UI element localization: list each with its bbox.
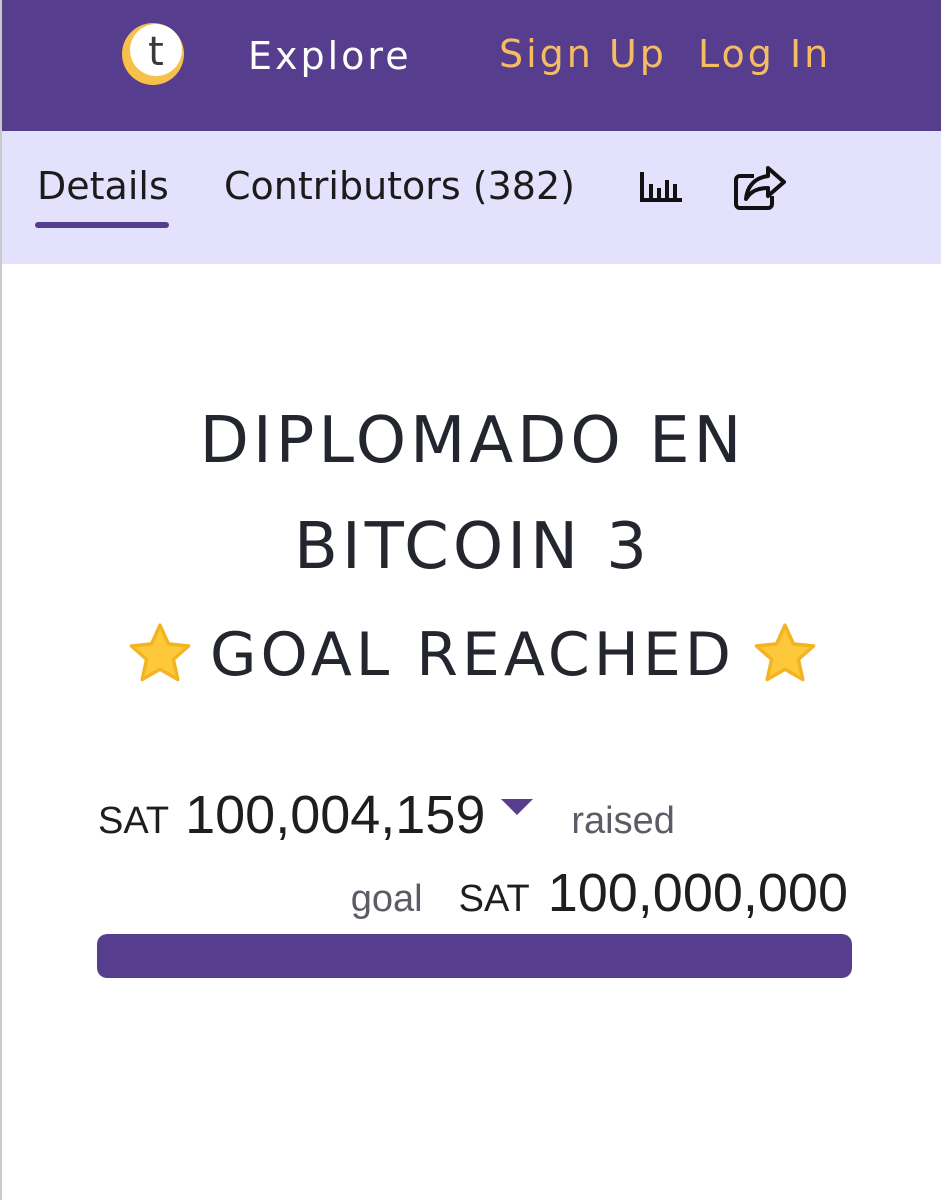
- goal-amount: 100,000,000: [547, 863, 848, 923]
- nav-log-in-link[interactable]: Log In: [698, 32, 831, 76]
- campaign-title-line-2: BITCOIN 3: [294, 510, 651, 584]
- goal-reached-text: GOAL REACHED: [210, 620, 735, 690]
- currency-dropdown-caret-icon[interactable]: [501, 799, 534, 815]
- star-icon: [129, 623, 191, 682]
- tab-contributors[interactable]: Contributors (382): [224, 164, 575, 208]
- bar-chart-icon[interactable]: [638, 170, 684, 204]
- campaign-title-line-1: DIPLOMADO EN: [199, 404, 746, 478]
- page: t Explore Sign Up Log In Details Contrib…: [0, 0, 941, 1200]
- tippin-logo-icon[interactable]: t: [119, 20, 187, 86]
- raised-label: raised: [571, 800, 675, 842]
- logo-letter: t: [148, 29, 164, 75]
- goal-amount-row: goal SAT 100,000,000: [351, 862, 848, 926]
- nav-explore-link[interactable]: Explore: [248, 34, 412, 78]
- raised-currency: SAT: [98, 800, 170, 842]
- share-icon[interactable]: [732, 164, 786, 210]
- active-tab-indicator: [35, 222, 169, 228]
- campaign-title: DIPLOMADO EN BITCOIN 3: [2, 388, 941, 600]
- tab-details[interactable]: Details: [37, 164, 169, 208]
- goal-currency: SAT: [458, 878, 530, 920]
- progress-bar-fill: [97, 934, 852, 978]
- star-icon: [754, 623, 816, 682]
- progress-bar: [97, 934, 852, 978]
- goal-label: goal: [350, 878, 423, 920]
- top-nav-bar: t Explore Sign Up Log In: [2, 0, 941, 131]
- goal-reached-banner: GOAL REACHED: [2, 620, 941, 690]
- raised-amount: 100,004,159: [185, 785, 486, 845]
- raised-amount-row: SAT 100,004,159 raised: [98, 784, 675, 848]
- nav-sign-up-link[interactable]: Sign Up: [499, 32, 667, 76]
